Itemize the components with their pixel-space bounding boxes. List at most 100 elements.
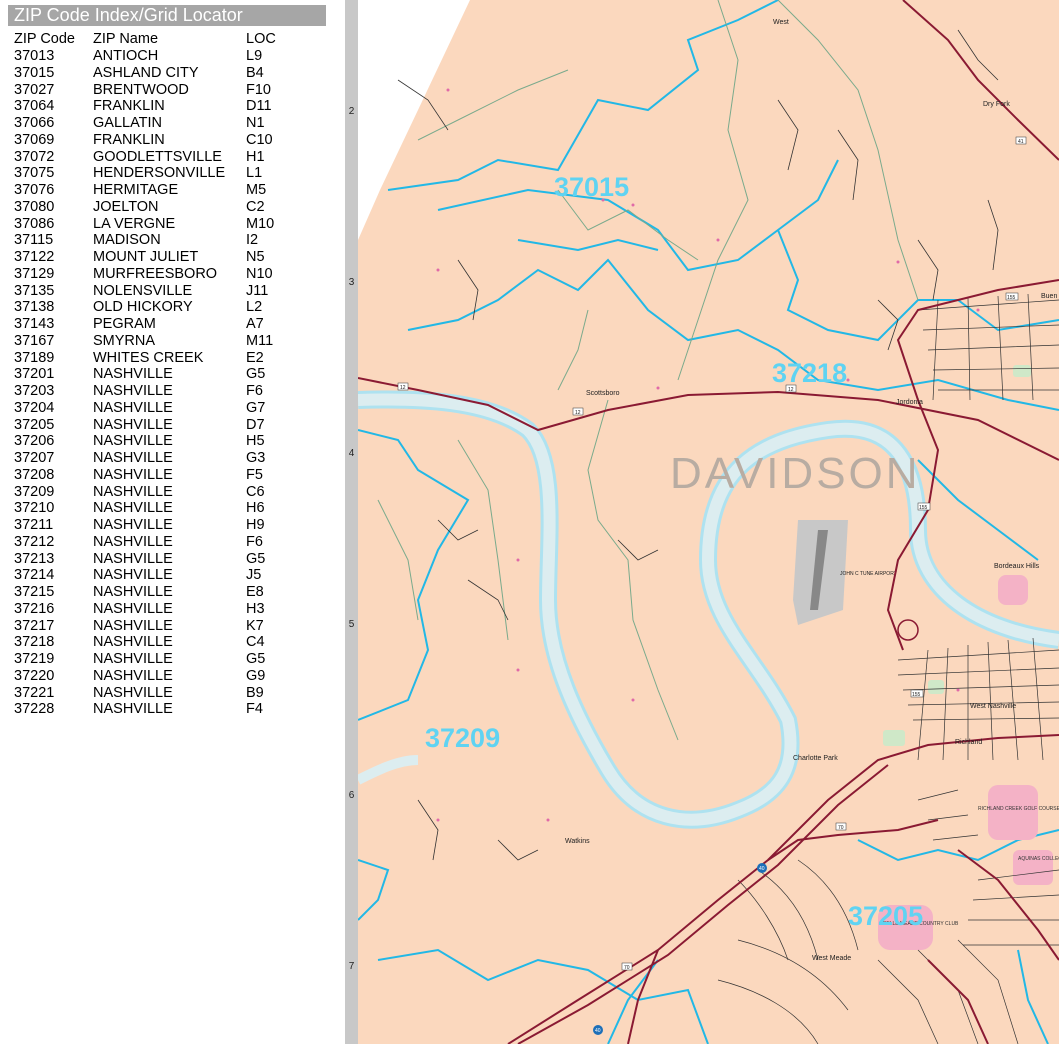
zip-name-cell: NASHVILLE bbox=[93, 466, 173, 483]
zip-code-cell: 37211 bbox=[14, 517, 54, 533]
zip-code-cell: 37217 bbox=[14, 617, 55, 634]
zip-code-cell: 37203 bbox=[14, 383, 55, 399]
zip-name-cell: NASHVILLE bbox=[93, 533, 173, 550]
zip-name-cell: ASHLAND CITY bbox=[93, 64, 199, 81]
place-label-6: Bordeaux Hills bbox=[994, 563, 1040, 570]
index-title: ZIP Code Index/Grid Locator bbox=[8, 5, 326, 26]
loc-cell: L1 bbox=[246, 165, 263, 182]
loc-cell: M5 bbox=[246, 182, 267, 198]
zip-code-cell: 37138 bbox=[14, 299, 55, 316]
zip-name-cell: NASHVILLE bbox=[93, 517, 173, 533]
loc-cell: H3 bbox=[246, 600, 265, 617]
zip-name-cell: SMYRNA bbox=[93, 332, 156, 349]
loc-cell: J11 bbox=[246, 282, 269, 299]
header-zip-name: ZIP Name bbox=[93, 31, 159, 47]
zip-index-row: 37215 NASHVILLE E8 bbox=[14, 584, 334, 601]
zip-index-row: 37027 BRENTWOOD F10 bbox=[14, 82, 334, 99]
loc-cell: D7 bbox=[246, 416, 265, 433]
map-svg[interactable]: JOHN C TUNE AIRPORT 12 12 12 41 155 155 … bbox=[358, 0, 1059, 1044]
zip-name-cell: NASHVILLE bbox=[93, 684, 173, 701]
zip-index-row: 37013 ANTIOCH L9 bbox=[14, 48, 334, 65]
zip-index-row: 37167 SMYRNA M11 bbox=[14, 333, 334, 350]
zip-index-row: 37206 NASHVILLE H5 bbox=[14, 433, 334, 450]
zip-name-cell: NASHVILLE bbox=[93, 399, 173, 416]
park-area bbox=[928, 680, 944, 694]
zip-name-cell: NASHVILLE bbox=[93, 500, 173, 517]
zip-index-row: 37204 NASHVILLE G7 bbox=[14, 400, 334, 417]
place-label-1: West bbox=[773, 19, 789, 26]
zip-code-cell: 37219 bbox=[14, 651, 55, 667]
grid-row-label: 6 bbox=[348, 790, 355, 801]
zip-code-cell: 37204 bbox=[14, 399, 55, 416]
zip-index-row: 37072 GOODLETTSVILLE H1 bbox=[14, 149, 334, 166]
zip-code-cell: 37122 bbox=[14, 249, 55, 265]
zip-name-cell: OLD HICKORY bbox=[93, 299, 193, 316]
zip-code-cell: 37086 bbox=[14, 215, 55, 232]
grid-locator-strip bbox=[345, 0, 358, 1044]
loc-cell: G5 bbox=[246, 366, 266, 383]
zip-index-row: 37203 NASHVILLE F6 bbox=[14, 383, 334, 400]
zip-code-cell: 37214 bbox=[14, 567, 55, 584]
zip-name-cell: NASHVILLE bbox=[93, 567, 173, 584]
zip-code-cell: 37064 bbox=[14, 98, 55, 115]
zip-index-row: 37122 MOUNT JULIET N5 bbox=[14, 249, 334, 266]
zip-index-row: 37205 NASHVILLE D7 bbox=[14, 417, 334, 434]
zip-index-row: 37211 NASHVILLE H9 bbox=[14, 517, 334, 534]
loc-cell: F6 bbox=[246, 383, 263, 399]
loc-cell: B4 bbox=[246, 64, 264, 81]
zip-index-row: 37075 HENDERSONVILLE L1 bbox=[14, 165, 334, 182]
loc-cell: G5 bbox=[246, 651, 266, 667]
zip-index-row: 37129 MURFREESBORO N10 bbox=[14, 266, 334, 283]
loc-cell: F5 bbox=[246, 466, 263, 483]
zip-name-cell: HERMITAGE bbox=[93, 182, 179, 198]
zip-index-row: 37212 NASHVILLE F6 bbox=[14, 534, 334, 551]
zip-name-cell: HENDERSONVILLE bbox=[93, 165, 226, 182]
loc-cell: M10 bbox=[246, 215, 275, 232]
grid-row-label: 7 bbox=[348, 961, 355, 972]
zip-index-row: 37219 NASHVILLE G5 bbox=[14, 651, 334, 668]
zip-name-cell: MURFREESBORO bbox=[93, 265, 218, 282]
park-area bbox=[883, 730, 905, 746]
place-label-11: West Meade bbox=[812, 955, 851, 962]
zip-name-cell: NASHVILLE bbox=[93, 416, 173, 433]
header-zip-code: ZIP Code bbox=[14, 31, 75, 47]
zip-name-cell: FRANKLIN bbox=[93, 98, 165, 115]
place-label-2: Dry Fork bbox=[983, 101, 1010, 108]
shield-label-6: 155 bbox=[919, 505, 928, 511]
zip-code-cell: 37212 bbox=[14, 533, 55, 550]
zip-index-row: 37213 NASHVILLE G5 bbox=[14, 551, 334, 568]
loc-cell: H1 bbox=[246, 148, 265, 165]
zip-index-row: 37207 NASHVILLE G3 bbox=[14, 450, 334, 467]
loc-cell: C6 bbox=[246, 483, 265, 500]
special-area-golf bbox=[988, 785, 1038, 840]
zip-code-cell: 37205 bbox=[14, 416, 55, 433]
header-loc: LOC bbox=[246, 31, 276, 47]
zip-code-cell: 37213 bbox=[14, 550, 55, 567]
zip-index-row: 37015 ASHLAND CITY B4 bbox=[14, 65, 334, 82]
shield-label-8: 70 bbox=[838, 825, 844, 831]
zip-index-row: 37208 NASHVILLE F5 bbox=[14, 467, 334, 484]
zip-index-row: 37209 NASHVILLE C6 bbox=[14, 484, 334, 501]
shield-label-10: 40 bbox=[759, 866, 765, 872]
loc-cell: N5 bbox=[246, 249, 265, 265]
zip-code-cell: 37066 bbox=[14, 115, 55, 131]
zip-name-cell: GOODLETTSVILLE bbox=[93, 148, 222, 165]
zip-name-cell: NASHVILLE bbox=[93, 600, 173, 617]
zip-index-row: 37218 NASHVILLE C4 bbox=[14, 634, 334, 651]
zip-index-row: 37201 NASHVILLE G5 bbox=[14, 366, 334, 383]
loc-cell: F6 bbox=[246, 533, 263, 550]
zip-name-cell: PEGRAM bbox=[93, 316, 156, 332]
zip-name-cell: NASHVILLE bbox=[93, 383, 173, 399]
zip-name-cell: FRANKLIN bbox=[93, 131, 165, 148]
place-label-8: Richland bbox=[955, 739, 982, 746]
zip-name-cell: NASHVILLE bbox=[93, 433, 173, 450]
zip-code-cell: 37210 bbox=[14, 500, 55, 517]
zip-code-cell: 37076 bbox=[14, 182, 55, 198]
loc-cell: F4 bbox=[246, 701, 263, 718]
zip-code-cell: 37013 bbox=[14, 48, 55, 64]
zip-label-2: 37218 bbox=[772, 358, 847, 388]
zip-name-cell: NASHVILLE bbox=[93, 584, 173, 600]
map-area[interactable]: JOHN C TUNE AIRPORT 12 12 12 41 155 155 … bbox=[358, 0, 1059, 1044]
zip-code-cell: 37220 bbox=[14, 667, 55, 684]
zip-name-cell: MADISON bbox=[93, 232, 161, 249]
